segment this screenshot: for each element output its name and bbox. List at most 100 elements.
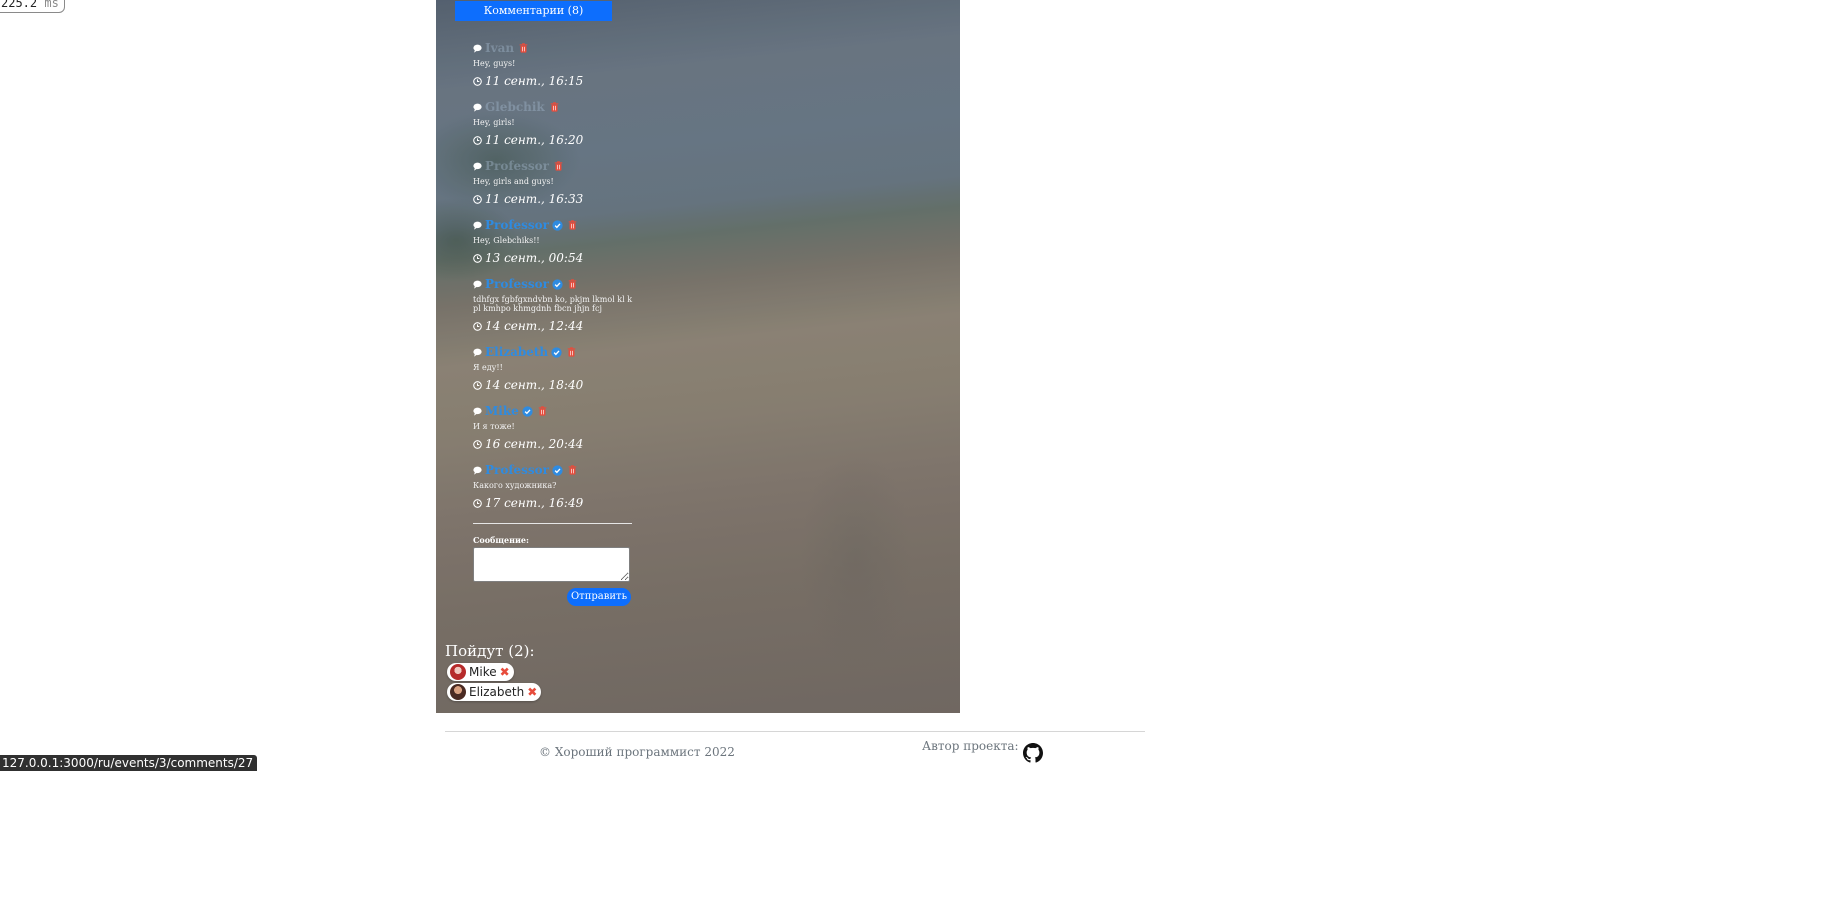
clock-icon: [473, 380, 482, 390]
comment-author-link[interactable]: Glebchik: [485, 100, 545, 114]
comment-author-link[interactable]: Professor: [485, 159, 549, 173]
check-badge-icon: [552, 219, 563, 231]
attendee-chip[interactable]: Mike ✖: [447, 663, 514, 681]
comment-time: 14 сент., 12:44: [473, 319, 638, 333]
comment-time: 14 сент., 18:40: [473, 378, 638, 392]
cross-icon[interactable]: ✖: [500, 665, 510, 679]
comment-header: Professor: [473, 216, 638, 234]
speech-bubble-icon: [473, 280, 482, 289]
comment-text: Я еду!!: [473, 363, 503, 372]
comment-time: 13 сент., 00:54: [473, 251, 638, 265]
comment-text: Hey, guys!: [473, 59, 516, 68]
speech-bubble-icon: [473, 348, 482, 357]
comment-item: Professor Hey, girls and guys! 11 сент., 1…: [473, 157, 638, 216]
speech-bubble-icon: [473, 407, 482, 416]
comment-header: Elizabeth: [473, 343, 638, 361]
speech-bubble-icon: [473, 162, 482, 171]
trash-icon[interactable]: [567, 347, 576, 357]
trash-icon[interactable]: [568, 279, 577, 289]
clock-icon: [473, 135, 482, 145]
message-label: Сообщение:: [473, 535, 529, 545]
attendee-chip[interactable]: Elizabeth ✖: [447, 683, 542, 701]
comment-time: 11 сент., 16:15: [473, 74, 638, 88]
comment-header: Professor: [473, 157, 638, 175]
comment-text: tdhfgx fgbfgxndvbn ko, pkjm lkmol kl k p…: [473, 295, 633, 313]
timer-value: 225.2: [1, 0, 38, 10]
trash-icon[interactable]: [568, 465, 577, 475]
comment-text: Какого художника?: [473, 481, 557, 490]
speech-bubble-icon: [473, 221, 482, 230]
comment-timestamp: 16 сент., 20:44: [485, 437, 584, 451]
attendee-name: Elizabeth: [469, 685, 525, 699]
comment-item: Professor Какого художника? 17 сент., 16:4…: [473, 461, 638, 520]
speech-bubble-icon: [473, 466, 482, 475]
speech-bubble-icon: [473, 44, 482, 53]
comment-author-link[interactable]: Professor: [485, 463, 549, 477]
attendee-name: Mike: [469, 665, 497, 679]
github-icon[interactable]: [1023, 743, 1043, 763]
avatar: [450, 684, 466, 700]
comment-item: Elizabeth Я еду!! 14 сент., 18:40: [473, 343, 638, 402]
comment-timestamp: 11 сент., 16:20: [485, 133, 584, 147]
trash-icon[interactable]: [550, 102, 559, 112]
cross-icon[interactable]: ✖: [527, 685, 537, 699]
comment-item: Ivan Hey, guys! 11 сент., 16:15: [473, 39, 638, 98]
status-bar-url: 127.0.0.1:3000/ru/events/3/comments/27: [0, 755, 258, 771]
clock-icon: [473, 76, 482, 86]
comment-item: Professor Hey, Glebchiks!! 13 сент., 00:54: [473, 216, 638, 275]
comment-header: Professor: [473, 461, 638, 479]
comment-author-link[interactable]: Elizabeth: [485, 345, 548, 359]
trash-icon[interactable]: [568, 220, 577, 230]
clock-icon: [473, 439, 482, 449]
comment-author-link[interactable]: Professor: [485, 218, 549, 232]
check-badge-icon: [552, 464, 563, 476]
comment-time: 17 сент., 16:49: [473, 496, 638, 510]
comment-author-link[interactable]: Ivan: [485, 41, 514, 55]
timer-unit: ms: [44, 0, 59, 10]
project-author-label: Автор проекта:: [922, 739, 1019, 753]
comment-author-link[interactable]: Professor: [485, 277, 549, 291]
check-badge-icon: [551, 346, 562, 358]
comment-item: Mike И я тоже! 16 сент., 20:44: [473, 402, 638, 461]
comment-time: 16 сент., 20:44: [473, 437, 638, 451]
trash-icon[interactable]: [554, 161, 563, 171]
divider: [473, 523, 632, 524]
footer-divider: [445, 731, 1145, 732]
clock-icon: [473, 498, 482, 508]
comment-timestamp: 13 сент., 00:54: [485, 251, 584, 265]
comment-header: Professor: [473, 275, 638, 293]
comments-list: Ivan Hey, guys! 11 сент., 16:15 Glebchik Hey…: [473, 39, 638, 520]
comment-timestamp: 14 сент., 18:40: [485, 378, 584, 392]
avatar: [450, 664, 466, 680]
check-badge-icon: [552, 278, 563, 290]
comment-header: Glebchik: [473, 98, 638, 116]
comment-header: Mike: [473, 402, 638, 420]
comment-text: Hey, Glebchiks!!: [473, 236, 540, 245]
request-timer: 225.2 ms: [0, 0, 65, 13]
trash-icon[interactable]: [519, 43, 528, 53]
clock-icon: [473, 253, 482, 263]
clock-icon: [473, 194, 482, 204]
comment-text: И я тоже!: [473, 422, 515, 431]
comment-header: Ivan: [473, 39, 638, 57]
send-button[interactable]: Отправить: [567, 588, 631, 606]
comment-time: 11 сент., 16:20: [473, 133, 638, 147]
clock-icon: [473, 321, 482, 331]
comment-timestamp: 11 сент., 16:15: [485, 74, 584, 88]
comment-text: Hey, girls!: [473, 118, 515, 127]
comment-item: Professor tdhfgx fgbfgxndvbn ko, pkjm lkm…: [473, 275, 638, 343]
attendees-title: Пойдут (2):: [445, 642, 535, 660]
comment-timestamp: 14 сент., 12:44: [485, 319, 584, 333]
comment-author-link[interactable]: Mike: [485, 404, 519, 418]
copyright: © Хороший программист 2022: [539, 745, 735, 759]
comment-timestamp: 17 сент., 16:49: [485, 496, 584, 510]
comment-timestamp: 11 сент., 16:33: [485, 192, 584, 206]
comments-header[interactable]: Комментарии (8): [455, 1, 612, 21]
comment-item: Glebchik Hey, girls! 11 сент., 16:20: [473, 98, 638, 157]
message-input[interactable]: [473, 547, 630, 582]
comment-text: Hey, girls and guys!: [473, 177, 554, 186]
check-badge-icon: [522, 405, 533, 417]
speech-bubble-icon: [473, 103, 482, 112]
trash-icon[interactable]: [538, 406, 547, 416]
comment-time: 11 сент., 16:33: [473, 192, 638, 206]
